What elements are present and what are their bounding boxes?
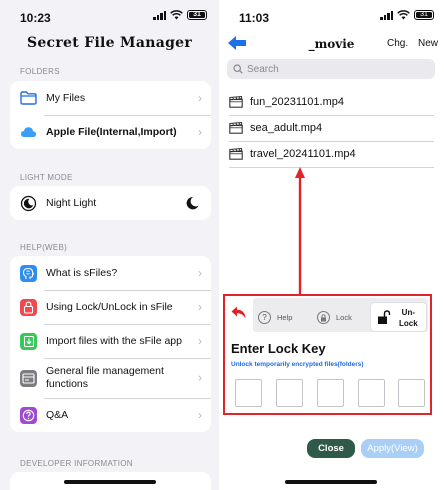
close-button[interactable]: Close [307, 439, 355, 458]
undo-arrow-icon[interactable] [231, 306, 247, 319]
file-item[interactable]: travel_20241101.mp4 [229, 141, 434, 167]
video-file-icon [229, 96, 243, 108]
apply-view-button[interactable]: Apply(View) [361, 439, 424, 458]
help-item-qa[interactable]: Q&A › [10, 398, 211, 432]
search-icon [233, 64, 243, 74]
annotation-arrow-up [295, 167, 305, 295]
lock-toolbar: ? Help Lock Un- Lock [253, 298, 428, 332]
help-item-label: Q&A [46, 409, 69, 421]
change-button[interactable]: Chg. [387, 38, 408, 49]
night-light-label: Night Light [46, 197, 97, 209]
app-title: Secret File Manager [26, 35, 193, 51]
folder-icon [20, 90, 37, 107]
help-item-general-file-management[interactable]: General file management functions › [10, 358, 211, 398]
help-item-import-files[interactable]: Import files with the sFile app › [10, 324, 211, 358]
folder-item-my-files[interactable]: My Files › [10, 81, 211, 115]
section-label-developer: DEVELOPER INFORMATION [20, 459, 133, 468]
help-item-label: Using Lock/UnLock in sFile [46, 301, 173, 313]
section-label-folders: FOLDERS [20, 67, 60, 76]
navigation-bar: _movie Chg. New [219, 34, 444, 54]
battery-icon: 31 [187, 10, 207, 20]
folder-title: _movie [308, 37, 355, 51]
wifi-icon [397, 10, 410, 20]
section-label-light-mode: LIGHT MODE [20, 173, 73, 182]
key-input-box[interactable] [235, 379, 262, 407]
new-button[interactable]: New [418, 38, 438, 49]
lock-key-title: Enter Lock Key [231, 341, 326, 356]
storage-icon [20, 369, 37, 387]
help-button[interactable]: ? Help [258, 311, 292, 324]
key-input-box[interactable] [317, 379, 344, 407]
lock-key-panel: ? Help Lock Un- Lock Enter Lock Key Unlo… [223, 294, 432, 415]
chevron-right-icon: › [198, 266, 202, 280]
video-file-icon [229, 148, 243, 160]
search-placeholder: Search [247, 63, 279, 75]
key-input-box[interactable] [358, 379, 385, 407]
chevron-right-icon: › [198, 91, 202, 105]
folder-item-apple-file[interactable]: Apple File(Internal,Import) › [10, 115, 211, 149]
unlock-button-label: Un- Lock [399, 308, 418, 328]
file-item[interactable]: sea_adult.mp4 [229, 115, 434, 141]
file-name: sea_adult.mp4 [250, 122, 323, 134]
help-item-label: Import files with the sFile app [46, 335, 182, 347]
chevron-right-icon: › [198, 300, 202, 314]
file-name: travel_20241101.mp4 [250, 148, 356, 160]
folder-item-label: Apple File(Internal,Import) [46, 126, 177, 138]
lock-button-label: Lock [336, 313, 352, 322]
help-group: What is sFiles? › Using Lock/UnLock in s… [10, 256, 211, 432]
wifi-icon [170, 10, 183, 20]
brain-icon [20, 264, 37, 282]
unlock-button[interactable]: Un- Lock [371, 303, 426, 331]
night-light-row[interactable]: Night Light [10, 186, 211, 220]
signal-icon [380, 10, 393, 20]
crescent-moon-icon[interactable] [186, 196, 199, 213]
key-input-box[interactable] [398, 379, 425, 407]
help-item-label: General file management functions [46, 365, 164, 390]
status-bar: 10:23 31 [0, 0, 219, 34]
file-list-screen: 11:03 31 _movie Chg. New Search fun_2023… [219, 0, 444, 490]
key-input-box[interactable] [276, 379, 303, 407]
status-icons: 31 [380, 10, 434, 20]
chevron-right-icon: › [198, 334, 202, 348]
cloud-icon [20, 124, 37, 141]
video-file-icon [229, 122, 243, 134]
home-indicator[interactable] [285, 480, 377, 484]
lock-button[interactable]: Lock [317, 311, 352, 324]
chevron-right-icon: › [198, 408, 202, 422]
help-item-what-is-sfiles[interactable]: What is sFiles? › [10, 256, 211, 290]
battery-icon: 31 [414, 10, 434, 20]
folder-item-label: My Files [46, 92, 86, 104]
moon-icon [20, 195, 37, 212]
folders-group: My Files › Apple File(Internal,Import) › [10, 81, 211, 149]
chevron-right-icon: › [198, 370, 202, 385]
light-mode-group: Night Light [10, 186, 211, 220]
file-name: fun_20231101.mp4 [250, 96, 344, 108]
chevron-right-icon: › [198, 125, 202, 139]
help-item-lock-unlock[interactable]: Using Lock/UnLock in sFile › [10, 290, 211, 324]
question-circle-icon: ? [258, 311, 271, 324]
status-icons: 31 [153, 10, 207, 20]
signal-icon [153, 10, 166, 20]
home-indicator[interactable] [64, 480, 156, 484]
help-item-label: What is sFiles? [46, 267, 118, 279]
main-menu-screen: 10:23 31 Secret File Manager FOLDERS My … [0, 0, 219, 490]
file-item[interactable]: fun_20231101.mp4 [229, 89, 434, 115]
padlock-icon [20, 298, 37, 316]
search-input[interactable]: Search [227, 59, 435, 79]
open-padlock-icon [378, 310, 391, 324]
status-time: 11:03 [239, 11, 270, 25]
download-icon [20, 332, 37, 350]
section-label-help: HELP(WEB) [20, 243, 68, 252]
status-time: 10:23 [20, 11, 51, 25]
question-icon [20, 406, 37, 424]
help-button-label: Help [277, 313, 293, 322]
lock-circle-icon [317, 311, 330, 324]
lock-key-subtitle: Unlock temporarily encrypted files(folde… [231, 361, 364, 368]
